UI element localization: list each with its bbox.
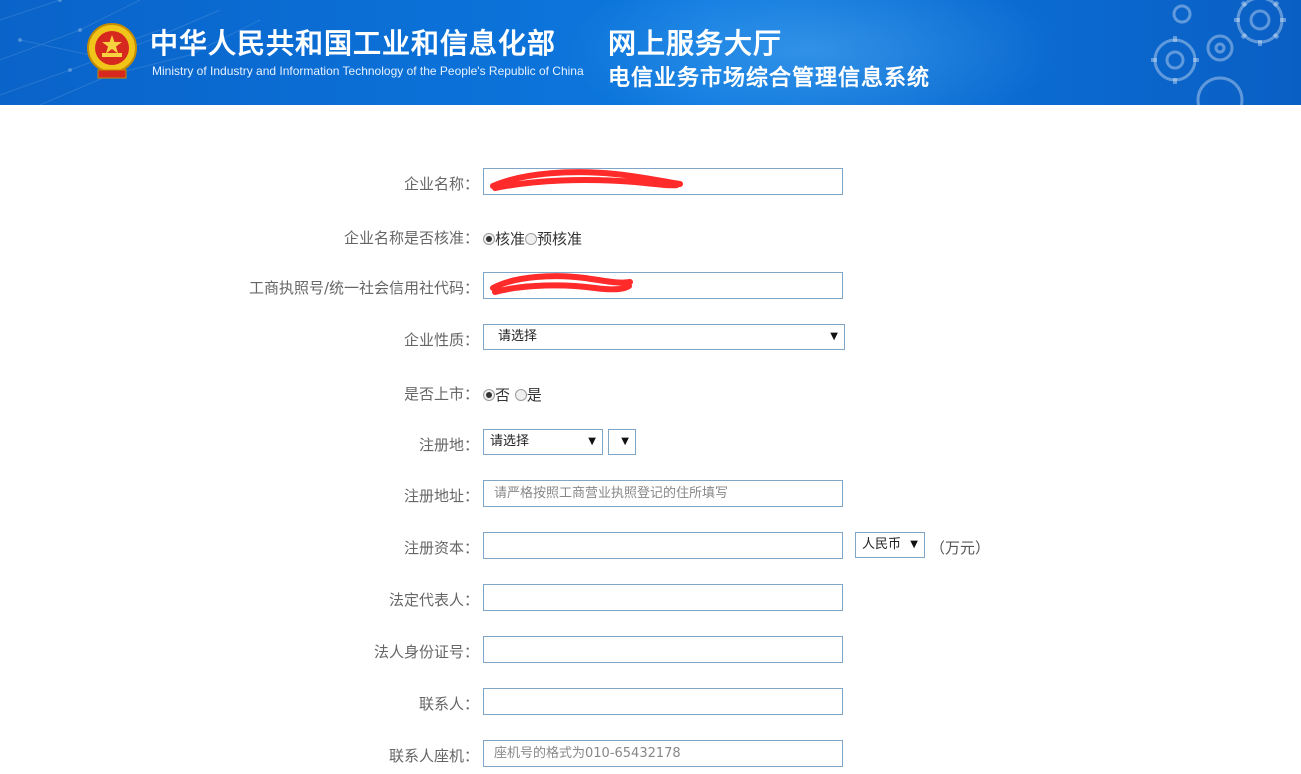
province-select[interactable]: 请选择 ▼ (483, 429, 603, 455)
reg-capital-label: 注册资本： (403, 539, 479, 557)
listed-row: 是否上市： 否 是 (0, 378, 1301, 408)
contact-phone-row: 联系人座机： 座机号的格式为010-65432178 (0, 740, 1301, 770)
ministry-title: 中华人民共和国工业和信息化部 (150, 27, 557, 60)
radio-pre-approved-label: 预核准 (537, 230, 583, 248)
name-approved-radio-group: 核准 预核准 (483, 228, 582, 249)
radio-approved-label: 核准 (495, 230, 526, 248)
reg-capital-row: 注册资本： 人民币 ▼ （万元） (0, 532, 1301, 562)
contact-row: 联系人： (0, 688, 1301, 718)
company-name-row: 企业名称： (0, 168, 1301, 198)
listed-label: 是否上市： (403, 385, 479, 403)
contact-phone-label: 联系人座机： (388, 747, 479, 765)
national-emblem-icon (87, 23, 137, 79)
radio-listed-label: 是 (526, 386, 542, 404)
radio-listed[interactable] (514, 389, 527, 401)
company-type-label: 企业性质： (403, 331, 479, 349)
reg-capital-input[interactable] (483, 532, 843, 559)
contact-phone-input[interactable]: 座机号的格式为010-65432178 (483, 740, 843, 767)
name-approved-row: 企业名称是否核准： 核准 预核准 (0, 222, 1301, 252)
license-code-row: 工商执照号/统一社会信用社代码： (0, 272, 1301, 302)
legal-id-label: 法人身份证号： (373, 643, 479, 661)
service-hall-title: 网上服务大厅 (608, 27, 783, 60)
reg-place-row: 注册地： 请选择 ▼ ▼ (0, 429, 1301, 459)
city-select[interactable]: ▼ (608, 429, 636, 455)
legal-rep-input[interactable] (483, 584, 843, 611)
reg-address-row: 注册地址： 请严格按照工商营业执照登记的住所填写 (0, 480, 1301, 510)
license-code-label: 工商执照号/统一社会信用社代码： (248, 279, 479, 297)
radio-not-listed[interactable] (483, 389, 495, 401)
system-title: 电信业务市场综合管理信息系统 (608, 66, 931, 91)
company-name-input[interactable] (483, 168, 843, 195)
capital-unit: （万元） (930, 539, 991, 557)
chevron-down-icon: ▼ (588, 436, 596, 447)
ministry-title-english: Ministry of Industry and Information Tec… (152, 64, 584, 78)
currency-select[interactable]: 人民币 ▼ (855, 532, 925, 558)
legal-id-input[interactable] (483, 636, 843, 663)
legal-rep-row: 法定代表人： (0, 584, 1301, 614)
reg-address-label: 注册地址： (403, 487, 479, 505)
contact-label: 联系人： (418, 695, 479, 713)
license-code-input[interactable] (483, 272, 843, 299)
listed-radio-group: 否 是 (483, 384, 542, 405)
chevron-down-icon: ▼ (830, 331, 838, 342)
gears-icon (1151, 0, 1286, 105)
name-approved-label: 企业名称是否核准： (343, 229, 479, 247)
legal-rep-label: 法定代表人： (388, 591, 479, 609)
reg-place-label: 注册地： (418, 436, 479, 454)
radio-pre-approved[interactable] (525, 233, 538, 245)
company-type-select[interactable]: 请选择 ▼ (483, 324, 845, 350)
currency-value: 人民币 (862, 537, 902, 552)
company-name-label: 企业名称： (403, 175, 479, 193)
radio-not-listed-label: 否 (495, 386, 511, 404)
legal-id-row: 法人身份证号： (0, 636, 1301, 666)
company-type-value: 请选择 (498, 329, 538, 344)
reg-address-input[interactable]: 请严格按照工商营业执照登记的住所填写 (483, 480, 843, 507)
company-type-row: 企业性质： 请选择 ▼ (0, 324, 1301, 354)
province-value: 请选择 (490, 434, 530, 449)
contact-input[interactable] (483, 688, 843, 715)
header-banner: 中华人民共和国工业和信息化部 Ministry of Industry and … (0, 0, 1301, 105)
chevron-down-icon: ▼ (910, 539, 918, 550)
radio-approved[interactable] (483, 233, 495, 245)
chevron-down-icon: ▼ (621, 436, 629, 447)
